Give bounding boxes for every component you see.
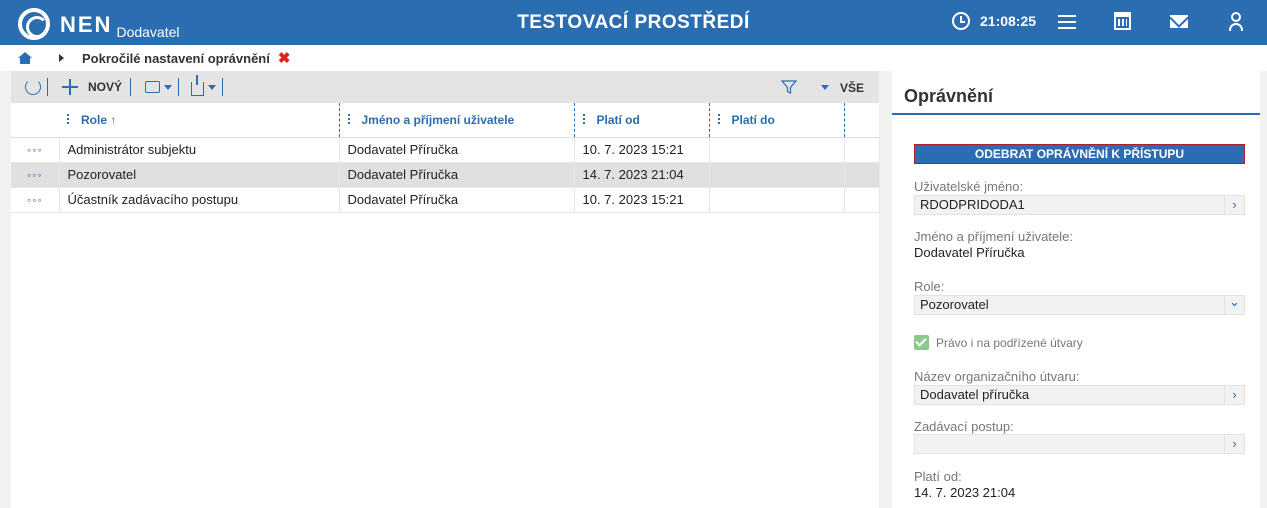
clock-icon — [952, 12, 970, 30]
add-icon[interactable] — [62, 79, 78, 95]
table-row[interactable]: ◦◦◦ Administrátor subjektu Dodavatel Pří… — [11, 137, 880, 163]
breadcrumb: Pokročilé nastavení oprávnění ✖ — [0, 45, 1267, 71]
toolbar-separator — [222, 78, 224, 96]
column-header-valid-from[interactable]: Platí od — [574, 103, 710, 138]
breadcrumb-current[interactable]: Pokročilé nastavení oprávnění — [82, 51, 270, 66]
export-icon[interactable] — [191, 75, 205, 96]
nen-logo-icon — [18, 8, 50, 40]
filter-icon[interactable] — [781, 79, 797, 94]
fullname-label: Jméno a příjmení uživatele: — [914, 229, 1073, 244]
session-clock: 21:08:25 — [952, 12, 1036, 30]
org-unit-field[interactable]: Dodavatel příručka › — [914, 385, 1245, 405]
remove-access-button[interactable]: ODEBRAT OPRÁVNĚNÍ K PŘÍSTUPU — [914, 144, 1245, 164]
chevron-right-icon[interactable]: › — [1224, 435, 1244, 453]
cell-valid-from: 14. 7. 2023 21:04 — [574, 162, 710, 188]
print-dropdown-icon[interactable] — [164, 84, 173, 90]
permission-detail-panel: Oprávnění ODEBRAT OPRÁVNĚNÍ K PŘÍSTUPU U… — [892, 71, 1260, 508]
subunits-checkbox[interactable] — [914, 335, 929, 350]
calculator-icon[interactable] — [1114, 12, 1134, 32]
cell-filler — [844, 137, 880, 163]
cell-filler — [844, 162, 880, 188]
role-label: Role: — [914, 279, 945, 294]
column-actions — [11, 103, 59, 138]
cell-role: Administrátor subjektu — [59, 137, 340, 163]
role-value: Pozorovatel — [920, 297, 989, 312]
table-row[interactable]: ◦◦◦ Pozorovatel Dodavatel Příručka 14. 7… — [11, 162, 880, 188]
cell-valid-to — [709, 162, 845, 188]
print-icon[interactable] — [145, 81, 161, 93]
table-row[interactable]: ◦◦◦ Účastník zadávacího postupu Dodavate… — [11, 187, 880, 213]
cell-name: Dodavatel Příručka — [339, 137, 575, 163]
menu-icon[interactable] — [1058, 12, 1078, 32]
role-select[interactable]: Pozorovatel ⌄ — [914, 295, 1245, 315]
cell-name: Dodavatel Příručka — [339, 187, 575, 213]
close-tab-icon[interactable]: ✖ — [278, 51, 291, 66]
logo-subtitle: Dodavatel — [116, 24, 180, 40]
chevron-right-icon[interactable]: › — [1224, 386, 1244, 404]
cell-role: Pozorovatel — [59, 162, 340, 188]
username-label: Uživatelské jméno: — [914, 179, 1024, 194]
export-dropdown-icon[interactable] — [208, 84, 217, 90]
permissions-grid: NOVÝ VŠE Role ↑ Jméno a příjmení uživate… — [11, 71, 880, 508]
filter-dropdown-icon[interactable] — [821, 85, 829, 90]
chevron-right-icon[interactable]: › — [1224, 196, 1244, 214]
column-filler — [844, 103, 879, 138]
cell-valid-from: 10. 7. 2023 15:21 — [574, 187, 710, 213]
username-field[interactable]: RDODPRIDODA1 › — [914, 195, 1245, 215]
cell-role: Účastník zadávacího postupu — [59, 187, 340, 213]
detail-title: Oprávnění — [892, 71, 1260, 115]
top-bar: NEN Dodavatel TESTOVACÍ PROSTŘEDÍ 21:08:… — [0, 0, 1267, 45]
chevron-down-icon[interactable]: ⌄ — [1224, 295, 1244, 314]
subunits-label: Právo i na podřízené útvary — [936, 336, 1083, 350]
clock-time: 21:08:25 — [980, 13, 1037, 29]
org-unit-label: Název organizačního útvaru: — [914, 369, 1080, 384]
mail-icon[interactable] — [1170, 15, 1190, 35]
org-unit-value: Dodavatel příručka — [920, 387, 1030, 402]
cell-valid-from: 10. 7. 2023 15:21 — [574, 137, 710, 163]
cell-filler — [844, 187, 880, 213]
row-actions-icon[interactable]: ◦◦◦ — [11, 162, 60, 188]
filter-value[interactable]: VŠE — [840, 81, 864, 95]
new-button[interactable]: NOVÝ — [88, 80, 122, 94]
valid-from-value: 14. 7. 2023 21:04 — [914, 485, 1016, 500]
column-header-name[interactable]: Jméno a příjmení uživatele — [339, 103, 575, 138]
grid-toolbar: NOVÝ VŠE — [11, 71, 879, 103]
toolbar-separator — [47, 78, 48, 96]
username-value: RDODPRIDODA1 — [920, 197, 1025, 212]
home-icon[interactable] — [18, 52, 32, 64]
table-header-row: Role ↑ Jméno a příjmení uživatele Platí … — [11, 103, 879, 138]
breadcrumb-arrow-icon — [59, 54, 64, 62]
row-actions-icon[interactable]: ◦◦◦ — [11, 137, 60, 163]
valid-from-label: Platí od: — [914, 469, 962, 484]
fullname-value: Dodavatel Příručka — [914, 245, 1025, 260]
refresh-icon[interactable] — [25, 79, 41, 95]
procedure-field[interactable]: › — [914, 434, 1245, 454]
cell-name: Dodavatel Příručka — [339, 162, 575, 188]
toolbar-separator — [130, 78, 132, 96]
procedure-label: Zadávací postup: — [914, 419, 1014, 434]
cell-valid-to — [709, 187, 845, 213]
column-header-valid-to[interactable]: Platí do — [709, 103, 845, 138]
logo-text: NEN — [60, 12, 113, 37]
permissions-table: Role ↑ Jméno a příjmení uživatele Platí … — [11, 103, 880, 213]
cell-valid-to — [709, 137, 845, 163]
column-header-role[interactable]: Role ↑ — [59, 103, 340, 138]
app-logo[interactable]: NEN Dodavatel — [18, 6, 180, 40]
user-icon[interactable] — [1226, 12, 1246, 32]
row-actions-icon[interactable]: ◦◦◦ — [11, 187, 60, 213]
toolbar-separator — [178, 78, 180, 96]
